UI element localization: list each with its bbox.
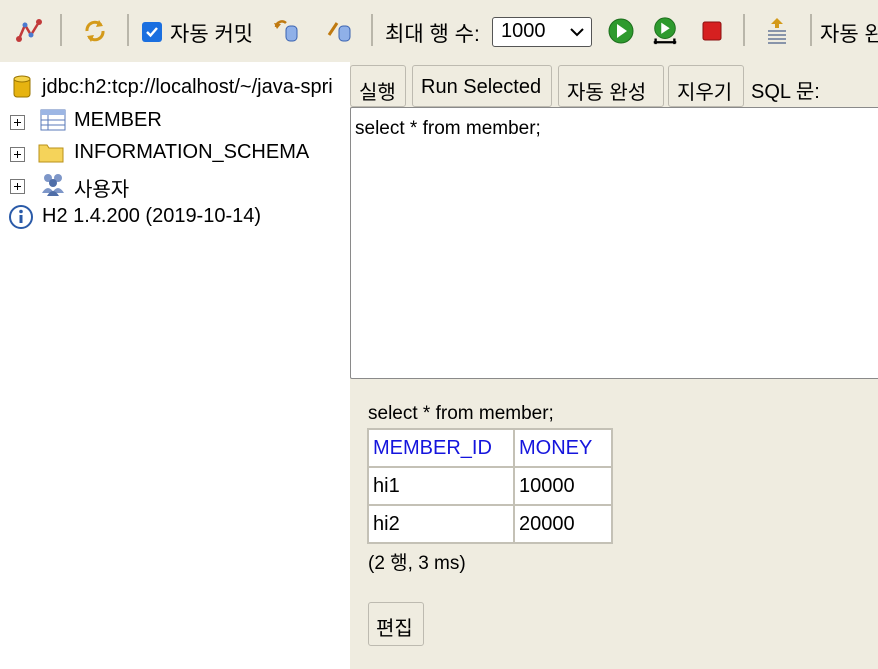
run-icon[interactable]: [606, 14, 636, 48]
version-label: H2 1.4.200 (2019-10-14): [42, 205, 262, 227]
auto-commit-label[interactable]: 자동 커밋: [170, 18, 253, 48]
auto-complete-toolbar-label[interactable]: 자동 완: [820, 18, 878, 48]
tree-connection[interactable]: jdbc:h2:tcp://localhost/~/java-spri: [0, 72, 350, 102]
expand-icon[interactable]: [10, 115, 25, 130]
run-selected-button[interactable]: Run Selected: [412, 65, 552, 107]
tree-item-users[interactable]: 사용자: [0, 169, 350, 201]
expand-icon[interactable]: [10, 147, 25, 162]
auto-commit-checkbox[interactable]: [142, 22, 162, 42]
run-selected-icon[interactable]: [650, 14, 680, 48]
rollback-icon[interactable]: [272, 14, 302, 48]
tree-item-label: 사용자: [74, 179, 130, 201]
expand-icon[interactable]: [10, 179, 25, 194]
edit-button[interactable]: 편집: [368, 602, 424, 646]
toolbar: 자동 커밋 최대 행 수: 1000 자동 완: [0, 0, 878, 62]
auto-complete-button[interactable]: 자동 완성: [558, 65, 664, 107]
table-cell: 20000: [513, 504, 613, 544]
result-table: MEMBER_ID MONEY hi1 10000 hi2 20000: [367, 428, 613, 544]
column-header[interactable]: MONEY: [513, 428, 613, 468]
toolbar-separator: [371, 14, 373, 46]
table-row: hi1 10000: [367, 466, 613, 506]
sql-editor[interactable]: select * from member;: [350, 107, 878, 379]
column-header[interactable]: MEMBER_ID: [367, 428, 515, 468]
tree-item-label: INFORMATION_SCHEMA: [74, 141, 310, 163]
toolbar-separator: [743, 14, 745, 46]
history-icon[interactable]: [762, 14, 792, 48]
max-rows-value: 1000: [501, 20, 546, 42]
tree-item-information-schema[interactable]: INFORMATION_SCHEMA: [0, 137, 350, 167]
folder-icon: [38, 141, 64, 169]
connection-url: jdbc:h2:tcp://localhost/~/java-spri: [42, 76, 333, 98]
table-icon: [40, 109, 66, 137]
table-cell: hi1: [367, 466, 515, 506]
run-button[interactable]: 실행: [350, 65, 406, 107]
toolbar-separator: [810, 14, 812, 46]
toolbar-separator: [60, 14, 62, 46]
toolbar-separator: [127, 14, 129, 46]
result-statement: select * from member;: [368, 403, 554, 424]
result-info: (2 행, 3 ms): [368, 553, 466, 574]
object-tree: jdbc:h2:tcp://localhost/~/java-spri MEMB…: [0, 62, 350, 669]
table-header-row: MEMBER_ID MONEY: [367, 428, 613, 468]
table-row: hi2 20000: [367, 504, 613, 544]
stop-icon[interactable]: [697, 14, 727, 48]
chevron-down-icon: [569, 22, 585, 48]
max-rows-select[interactable]: 1000: [492, 17, 592, 47]
database-icon: [12, 74, 32, 106]
info-icon: [8, 204, 34, 236]
tree-item-member[interactable]: MEMBER: [0, 105, 350, 135]
table-cell: hi2: [367, 504, 515, 544]
clear-button[interactable]: 지우기: [668, 65, 744, 107]
tree-item-label: MEMBER: [74, 109, 162, 131]
table-cell: 10000: [513, 466, 613, 506]
commit-icon[interactable]: [325, 14, 355, 48]
tree-version: H2 1.4.200 (2019-10-14): [0, 201, 350, 231]
max-rows-label: 최대 행 수:: [385, 23, 480, 46]
query-panel: 실행 Run Selected 자동 완성 지우기 SQL 문: select …: [350, 62, 878, 669]
disconnect-icon[interactable]: [14, 14, 44, 48]
users-icon: [40, 171, 66, 203]
sql-label: SQL 문:: [751, 81, 820, 103]
refresh-icon[interactable]: [80, 14, 110, 48]
